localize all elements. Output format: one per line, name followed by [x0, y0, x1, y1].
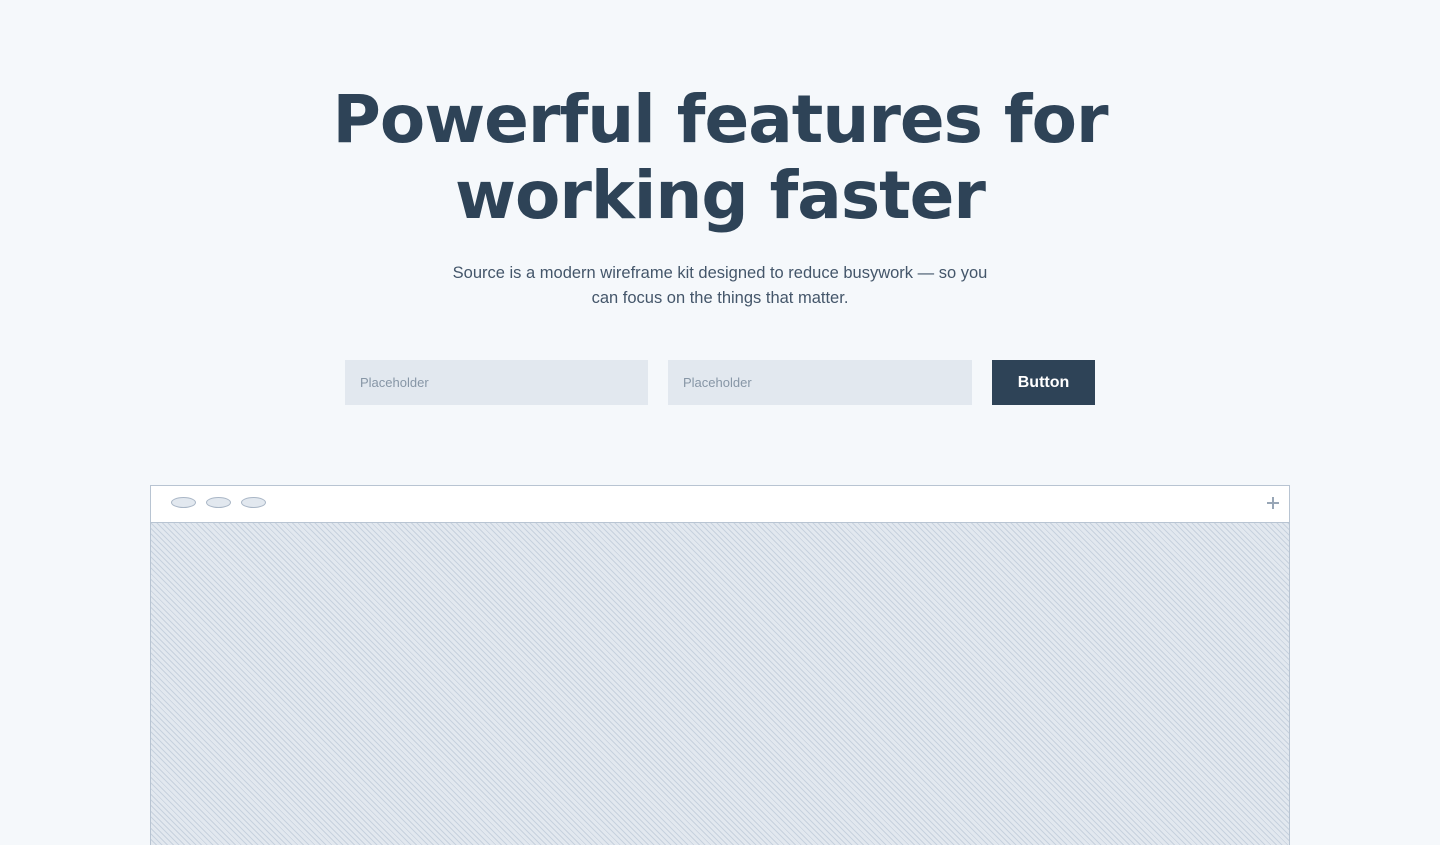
image-placeholder — [151, 523, 1289, 845]
hero-title-line-1: Powerful features for — [332, 81, 1108, 158]
plus-icon[interactable] — [1267, 497, 1279, 509]
signup-form: Button — [345, 360, 1095, 405]
hero-title-line-2: working faster — [455, 157, 986, 234]
second-text-input[interactable] — [668, 360, 972, 405]
hero-subtitle-line-1: Source is a modern wireframe kit designe… — [452, 264, 988, 282]
browser-toolbar — [151, 486, 1289, 523]
first-text-input[interactable] — [345, 360, 648, 405]
landing-page: Powerful features for working faster Sou… — [0, 0, 1440, 845]
hero-subtitle: Source is a modern wireframe kit designe… — [440, 261, 1000, 311]
window-dot-icon — [241, 497, 266, 508]
browser-mockup — [150, 485, 1290, 845]
window-dot-icon — [171, 497, 196, 508]
hero-title: Powerful features for working faster — [0, 82, 1440, 234]
primary-button[interactable]: Button — [992, 360, 1095, 405]
window-dot-icon — [206, 497, 231, 508]
hero-subtitle-line-2: can focus on the things that matter. — [591, 289, 849, 307]
